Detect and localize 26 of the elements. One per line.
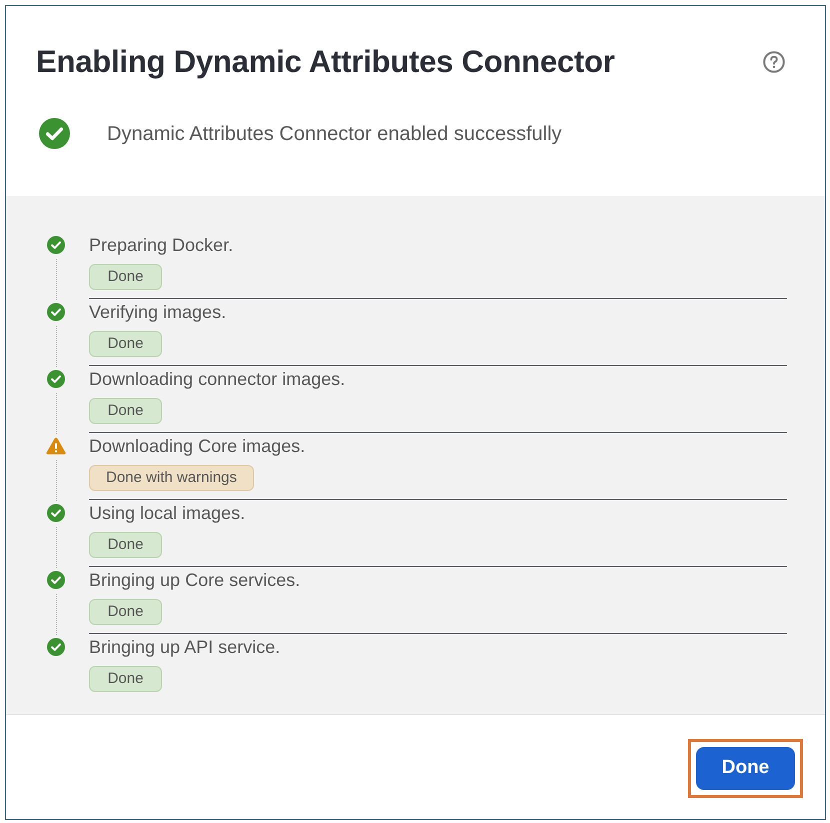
- check-circle-icon: [47, 571, 65, 589]
- status-badge: Done with warnings: [89, 465, 254, 491]
- status-badge: Done: [89, 599, 162, 625]
- step-label: Downloading Core images.: [89, 435, 306, 458]
- step-label: Bringing up Core services.: [89, 569, 302, 592]
- status-badge: Done: [89, 532, 162, 558]
- check-circle-icon: [47, 236, 65, 254]
- step-label: Preparing Docker.: [89, 234, 234, 257]
- step-label: Bringing up API service.: [89, 636, 282, 659]
- success-message: Dynamic Attributes Connector enabled successfully: [107, 122, 562, 146]
- status-badge: Done: [89, 331, 162, 357]
- status-badge: Done: [89, 398, 162, 424]
- step-label: Downloading connector images.: [89, 368, 346, 391]
- check-circle-icon: [47, 370, 65, 388]
- dialog-title: Enabling Dynamic Attributes Connector: [36, 43, 615, 81]
- check-circle-icon: [47, 504, 65, 522]
- warning-icon: [46, 436, 66, 456]
- step-label: Verifying images.: [89, 301, 228, 324]
- status-badge: Done: [89, 264, 162, 290]
- success-check-icon: [39, 118, 70, 149]
- status-badge: Done: [89, 666, 162, 692]
- check-circle-icon: [47, 638, 65, 656]
- done-button[interactable]: Done: [696, 747, 795, 790]
- check-circle-icon: [47, 303, 65, 321]
- step-label: Using local images.: [89, 502, 246, 525]
- help-icon[interactable]: [763, 51, 785, 73]
